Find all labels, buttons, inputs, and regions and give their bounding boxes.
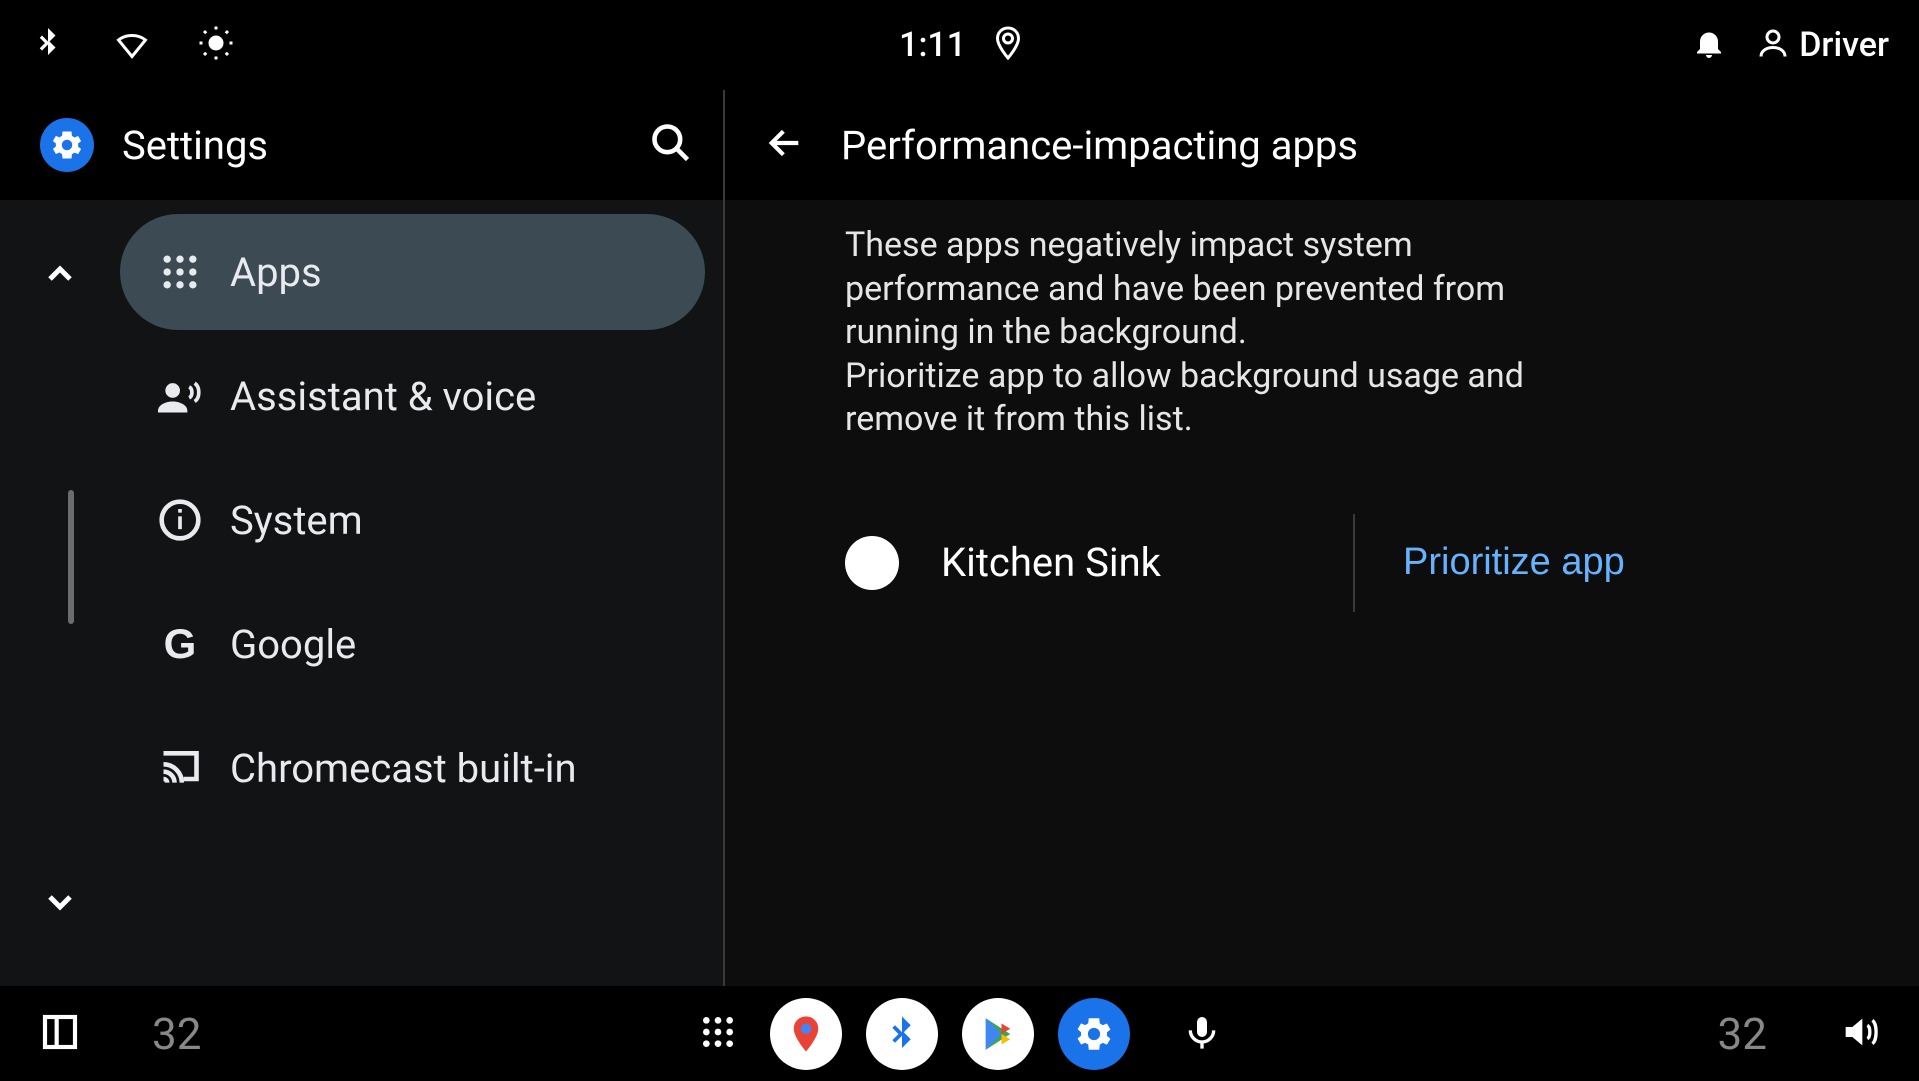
sidebar-title: Settings bbox=[122, 122, 621, 169]
scroll-down-button[interactable] bbox=[40, 882, 80, 926]
scroll-indicator bbox=[68, 490, 74, 624]
sidebar-item-google[interactable]: G Google bbox=[120, 586, 705, 702]
sidebar-item-system[interactable]: System bbox=[120, 462, 705, 578]
volume-button[interactable] bbox=[1839, 1012, 1879, 1056]
brightness-icon bbox=[198, 25, 234, 65]
sidebar-item-label: Assistant & voice bbox=[230, 373, 536, 420]
location-icon bbox=[990, 25, 1026, 65]
sidebar-item-label: Apps bbox=[230, 249, 322, 296]
status-bar: 1:11 Driver bbox=[0, 0, 1919, 90]
google-icon: G bbox=[156, 623, 204, 665]
sidebar-list: Apps Assistant & voice System G bbox=[120, 214, 723, 986]
sidebar-item-assistant-voice[interactable]: Assistant & voice bbox=[120, 338, 705, 454]
apps-grid-icon bbox=[156, 250, 204, 294]
settings-sidebar: Settings Apps bbox=[0, 90, 725, 986]
app-icon bbox=[845, 536, 899, 590]
temperature-left[interactable]: 32 bbox=[152, 1008, 201, 1060]
dock bbox=[770, 998, 1130, 1070]
cast-icon bbox=[156, 746, 204, 790]
back-button[interactable] bbox=[765, 123, 805, 167]
sidebar-header: Settings bbox=[0, 90, 723, 200]
dock-settings-button[interactable] bbox=[1058, 998, 1130, 1070]
dock-play-store-button[interactable] bbox=[962, 998, 1034, 1070]
app-launcher-button[interactable] bbox=[698, 1012, 738, 1056]
dock-bluetooth-button[interactable] bbox=[866, 998, 938, 1070]
user-name-label: Driver bbox=[1799, 25, 1889, 65]
sidebar-item-label: System bbox=[230, 497, 363, 544]
sidebar-item-apps[interactable]: Apps bbox=[120, 214, 705, 330]
sidebar-item-label: Chromecast built-in bbox=[230, 745, 577, 792]
scroll-up-button[interactable] bbox=[40, 254, 80, 298]
sidebar-item-label: Google bbox=[230, 621, 356, 668]
detail-panel: Performance-impacting apps These apps ne… bbox=[725, 90, 1919, 986]
clock-time: 1:11 bbox=[899, 25, 966, 65]
bluetooth-icon bbox=[30, 25, 66, 65]
vertical-divider bbox=[1353, 514, 1355, 612]
assistant-voice-icon bbox=[156, 374, 204, 418]
wifi-icon bbox=[114, 25, 150, 65]
app-entry[interactable]: Kitchen Sink bbox=[845, 536, 1305, 590]
app-row: Kitchen Sink Prioritize app bbox=[845, 514, 1839, 612]
detail-header: Performance-impacting apps bbox=[725, 90, 1919, 200]
temperature-right[interactable]: 32 bbox=[1718, 1008, 1767, 1060]
dashboard-icon[interactable] bbox=[40, 1012, 80, 1056]
notification-bell-icon[interactable] bbox=[1691, 25, 1727, 65]
app-name-label: Kitchen Sink bbox=[941, 539, 1161, 586]
info-icon bbox=[156, 498, 204, 542]
detail-description: These apps negatively impact system perf… bbox=[845, 224, 1605, 442]
sidebar-item-chromecast[interactable]: Chromecast built-in bbox=[120, 710, 705, 826]
detail-title: Performance-impacting apps bbox=[841, 122, 1358, 169]
search-button[interactable] bbox=[649, 121, 693, 169]
prioritize-app-button[interactable]: Prioritize app bbox=[1403, 541, 1625, 584]
microphone-button[interactable] bbox=[1182, 1012, 1222, 1056]
main-content: Settings Apps bbox=[0, 90, 1919, 986]
person-icon bbox=[1755, 25, 1791, 65]
user-profile-button[interactable]: Driver bbox=[1755, 25, 1889, 65]
bottom-bar: 32 32 bbox=[0, 986, 1919, 1081]
dock-maps-button[interactable] bbox=[770, 998, 842, 1070]
settings-app-icon bbox=[40, 118, 94, 172]
